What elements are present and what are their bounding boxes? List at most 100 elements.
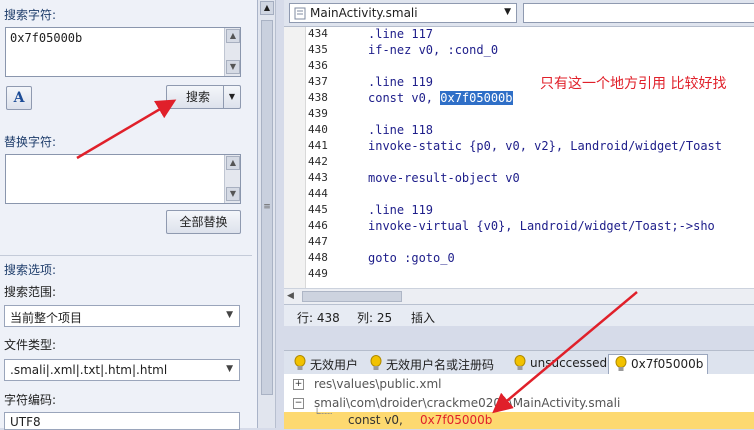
line-number: 449	[308, 267, 328, 280]
filetype-select-value: .smali|.xml|.txt|.htm|.html	[10, 363, 168, 377]
tab-result-3[interactable]: unsuccessed	[508, 354, 611, 374]
code-line[interactable]: 445 .line 119	[284, 203, 754, 219]
encoding-select-value: UTF8	[10, 415, 41, 429]
code-line[interactable]: 442	[284, 155, 754, 171]
panel-scrollbar[interactable]: ▲ ≡	[258, 0, 276, 428]
line-number: 446	[308, 219, 328, 232]
scroll-down-icon[interactable]: ▼	[226, 60, 240, 74]
hit-code: const v0,	[348, 413, 403, 427]
scroll-thumb[interactable]	[302, 291, 402, 302]
scope-select[interactable]: 当前整个项目 ▼	[4, 305, 240, 327]
result-path: smali\com\droider\crackme0201\MainActivi…	[314, 396, 621, 410]
code-line[interactable]: 441 invoke-static {p0, v0, v2}, Landroid/…	[284, 139, 754, 155]
code-text: const v0, 0x7f05000b	[368, 91, 513, 105]
code-line[interactable]: 444	[284, 187, 754, 203]
code-line[interactable]: 439	[284, 107, 754, 123]
line-number: 438	[308, 91, 328, 104]
lightbulb-icon	[514, 355, 526, 370]
chevron-down-icon: ▼	[226, 364, 233, 374]
line-number: 444	[308, 187, 328, 200]
chevron-down-icon: ▼	[226, 310, 233, 320]
code-line[interactable]: 443 move-result-object v0	[284, 171, 754, 187]
code-text: .line 117	[368, 27, 434, 41]
search-button-label: 搜索	[185, 90, 210, 104]
search-input-scrollbar[interactable]: ▲ ▼	[224, 28, 240, 76]
font-icon[interactable]: A	[6, 86, 32, 110]
line-number: 439	[308, 107, 328, 120]
line-number: 448	[308, 251, 328, 264]
file-select-value: MainActivity.smali	[310, 6, 418, 20]
hit-value: 0x7f05000b	[420, 413, 493, 427]
tab-label: unsuccessed	[530, 356, 608, 370]
result-tabs: 无效用户 无效用户名或注册码 unsuccessed 0x7f05000b	[284, 350, 754, 374]
status-col: 列: 25	[357, 311, 393, 325]
code-line[interactable]: 434 .line 117	[284, 27, 754, 43]
code-editor[interactable]: 434 .line 117 435 if-nez v0, :cond_0 436 437.…	[284, 26, 754, 288]
tab-label: 0x7f05000b	[631, 357, 704, 371]
lightbulb-icon	[294, 355, 306, 370]
scroll-down-icon[interactable]: ▼	[226, 187, 240, 201]
lightbulb-icon	[370, 355, 382, 370]
line-number: 435	[308, 43, 328, 56]
replace-input-scrollbar[interactable]: ▲ ▼	[224, 155, 240, 203]
line-number: 443	[308, 171, 328, 184]
expand-icon[interactable]: +	[293, 379, 304, 390]
code-text: move-result-object v0	[368, 171, 520, 185]
search-input-text: 0x7f05000b	[10, 31, 83, 45]
line-number: 434	[308, 27, 328, 40]
code-text: .line 119	[368, 203, 434, 217]
member-select[interactable]	[523, 3, 754, 23]
file-select[interactable]: MainActivity.smali ▼	[289, 3, 517, 23]
code-text: invoke-virtual {v0}, Landroid/widget/Toa…	[368, 219, 715, 233]
scroll-up-icon[interactable]: ▲	[226, 29, 240, 43]
line-number: 445	[308, 203, 328, 216]
code-line[interactable]: 435 if-nez v0, :cond_0	[284, 43, 754, 59]
tab-label: 无效用户	[310, 358, 359, 372]
divider	[0, 255, 252, 256]
code-line[interactable]: 438 const v0, 0x7f05000b	[284, 91, 754, 107]
chevron-down-icon[interactable]: ▼	[223, 86, 240, 108]
lightbulb-icon	[615, 356, 627, 371]
editor-hscrollbar[interactable]: ◀	[284, 288, 754, 304]
tab-result-4[interactable]: 0x7f05000b	[608, 354, 709, 374]
collapse-icon[interactable]: −	[293, 398, 304, 409]
line-number: 440	[308, 123, 328, 136]
line-number: 436	[308, 59, 328, 72]
file-icon	[294, 7, 306, 20]
code-line[interactable]: 446 invoke-virtual {v0}, Landroid/widget/…	[284, 219, 754, 235]
tab-result-1[interactable]: 无效用户	[288, 354, 362, 374]
scroll-up-icon[interactable]: ▲	[260, 1, 274, 15]
code-line[interactable]: 448 goto :goto_0	[284, 251, 754, 267]
search-input[interactable]: 0x7f05000b	[5, 27, 241, 77]
result-row[interactable]: + res\values\public.xml	[284, 375, 754, 394]
status-mode: 插入	[411, 311, 436, 325]
code-line[interactable]: 449	[284, 267, 754, 283]
encoding-select[interactable]: UTF8	[4, 412, 240, 430]
scope-select-value: 当前整个项目	[10, 311, 83, 325]
scroll-left-icon[interactable]: ◀	[287, 291, 294, 301]
chevron-down-icon: ▼	[504, 7, 511, 17]
code-line[interactable]: 440 .line 118	[284, 123, 754, 139]
code-text: .line 118	[368, 123, 434, 137]
code-text: invoke-static {p0, v0, v2}, Landroid/wid…	[368, 139, 723, 153]
code-line[interactable]: 447	[284, 235, 754, 251]
tab-result-2[interactable]: 无效用户名或注册码	[364, 354, 498, 374]
replace-all-button[interactable]: 全部替换	[166, 210, 241, 234]
filetype-select[interactable]: .smali|.xml|.txt|.htm|.html ▼	[4, 359, 240, 381]
tab-label: 无效用户名或注册码	[386, 358, 495, 372]
annotation-text: 只有这一个地方引用 比较好找	[540, 76, 727, 92]
search-label: 搜索字符:	[4, 8, 57, 22]
scope-label: 搜索范围:	[4, 285, 57, 299]
replace-input[interactable]	[5, 154, 241, 204]
result-row[interactable]: − smali\com\droider\crackme0201\MainActi…	[284, 394, 754, 413]
search-options-label: 搜索选项:	[4, 263, 57, 277]
font-icon-glyph: A	[13, 90, 25, 106]
filetype-label: 文件类型:	[4, 338, 57, 352]
scroll-up-icon[interactable]: ▲	[226, 156, 240, 170]
code-prefix: const v0,	[368, 91, 441, 105]
search-button[interactable]: 搜索 ▼	[166, 85, 241, 109]
code-text: if-nez v0, :cond_0	[368, 43, 499, 57]
status-bar: 行: 438 列: 25 插入	[284, 304, 754, 326]
result-hit-row[interactable]: └┈┈ const v0, 0x7f05000b	[284, 409, 754, 429]
line-number: 442	[308, 155, 328, 168]
